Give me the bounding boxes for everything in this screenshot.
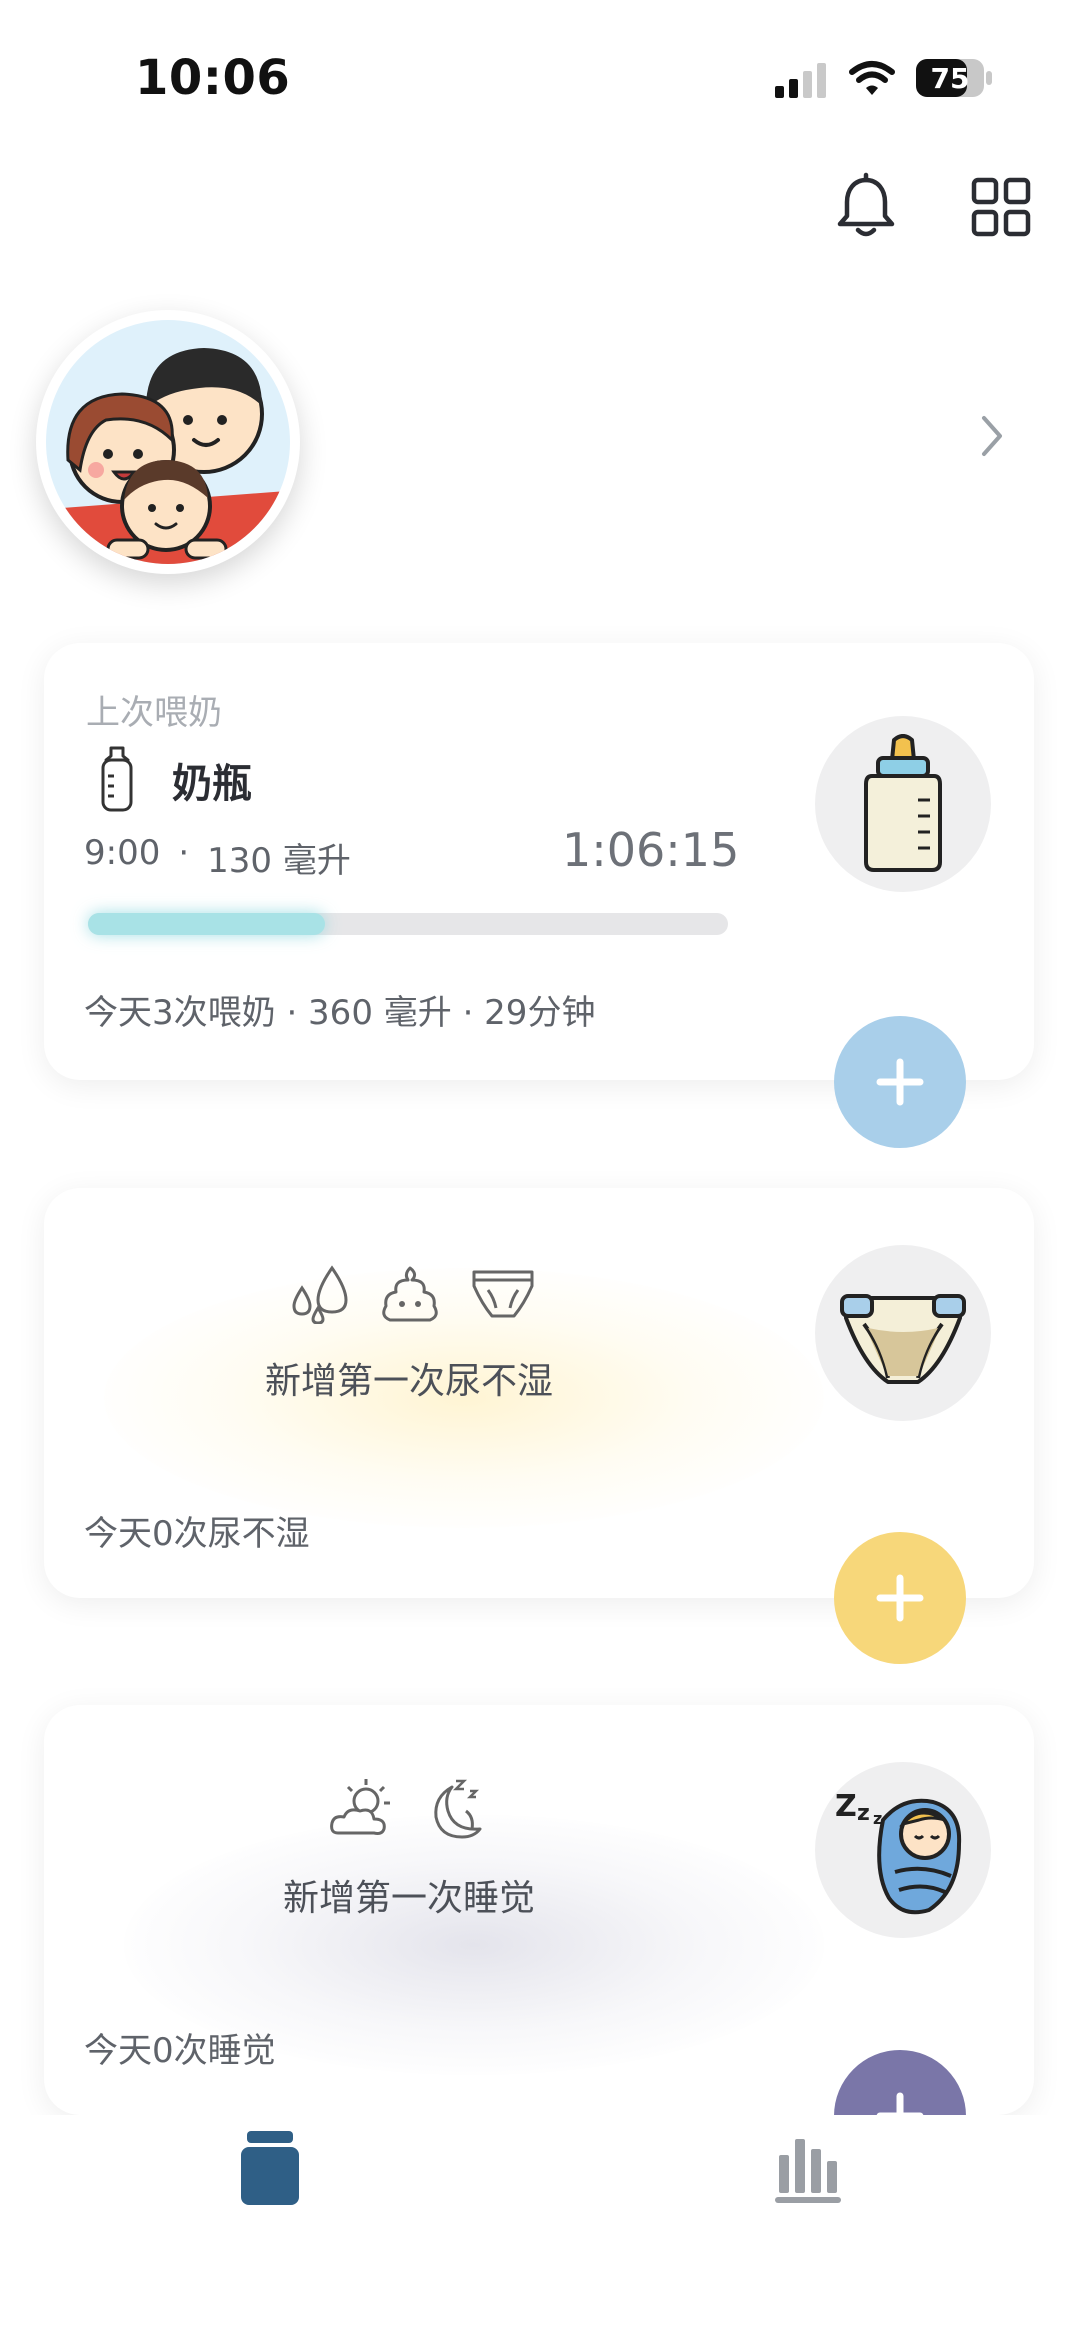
- feed-amount: 130 毫升: [207, 841, 351, 881]
- water-drops-icon: [292, 1265, 348, 1324]
- diaper-prompt: 新增第一次尿不湿: [264, 1361, 553, 1402]
- wifi-icon: [849, 61, 895, 95]
- feed-elapsed-timer: 1:06:15: [562, 823, 740, 877]
- sleep-icons: [328, 1777, 486, 1841]
- baby-bottle-icon: [864, 734, 942, 872]
- bottom-tab-bar: [0, 2115, 1080, 2341]
- bar-chart-icon[interactable]: [765, 2125, 855, 2215]
- feed-progress-bar: [88, 913, 728, 935]
- sleep-summary: 今天0次睡觉: [84, 2031, 276, 2071]
- grid-icon[interactable]: [966, 172, 1036, 242]
- add-feed-button[interactable]: [834, 1016, 966, 1148]
- bottle-button[interactable]: [815, 716, 991, 892]
- moon-sleep-icon: [434, 1779, 482, 1839]
- feed-time: 9:00: [84, 833, 161, 873]
- sleep-prompt: 新增第一次睡觉: [282, 1878, 535, 1919]
- poop-icon: [382, 1266, 438, 1322]
- bell-icon[interactable]: [831, 172, 901, 242]
- feed-details: 9:00 · 130 毫升: [84, 833, 351, 882]
- feed-progress-fill: [88, 913, 325, 935]
- chevron-right-icon[interactable]: [970, 408, 1014, 464]
- diaper-icon: [840, 1294, 966, 1384]
- family-avatar: [46, 320, 290, 564]
- svg-text:Z: Z: [835, 1789, 857, 1824]
- plus-icon: [876, 1058, 924, 1106]
- sleep-button[interactable]: Z z z: [815, 1762, 991, 1938]
- battery-level: 75: [930, 62, 970, 95]
- add-diaper-button[interactable]: [834, 1532, 966, 1664]
- last-feed-label: 上次喂奶: [86, 693, 222, 733]
- sun-cloud-icon: [330, 1779, 390, 1835]
- feed-summary: 今天3次喂奶 · 360 毫升 · 29分钟: [84, 993, 596, 1033]
- feed-separator: ·: [178, 833, 190, 873]
- battery-indicator: 75: [915, 58, 993, 98]
- diaper-outline-icon: [472, 1270, 534, 1318]
- status-time: 10:06: [135, 50, 291, 106]
- diaper-icons: [288, 1264, 538, 1324]
- svg-text:z: z: [857, 1801, 870, 1826]
- status-bar: 10:06 75: [0, 0, 1080, 150]
- sleeping-baby-icon: Z z z: [835, 1789, 962, 1915]
- diaper-summary: 今天0次尿不湿: [84, 1514, 310, 1554]
- signal-icon: [775, 63, 826, 98]
- diaper-button[interactable]: [815, 1245, 991, 1421]
- feed-type: 奶瓶: [172, 761, 252, 807]
- jar-icon[interactable]: [225, 2125, 315, 2215]
- plus-icon: [876, 1574, 924, 1622]
- profile-avatar[interactable]: [36, 310, 300, 574]
- bottle-small-icon: [101, 746, 133, 812]
